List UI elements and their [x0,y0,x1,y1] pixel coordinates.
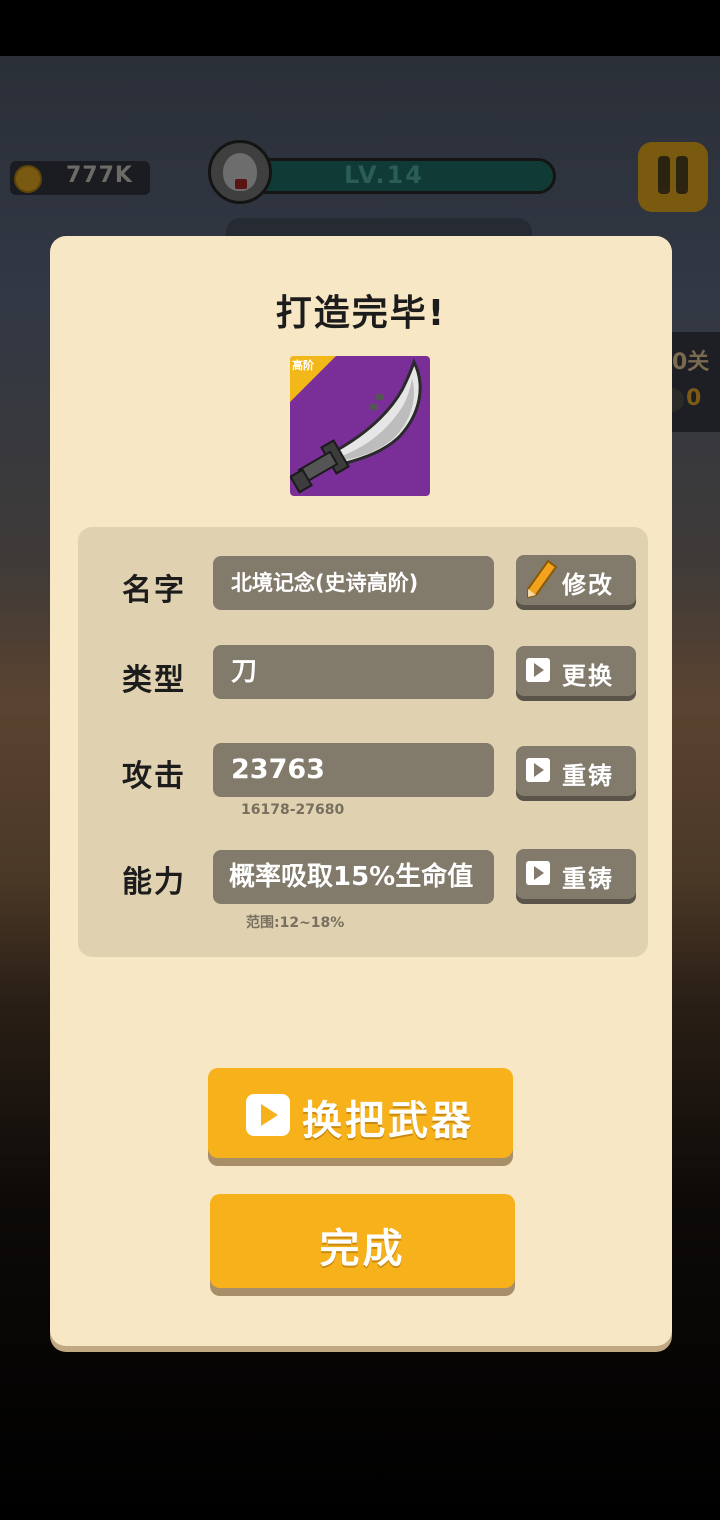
tier-badge-label: 高阶 [292,359,314,372]
play-icon [526,758,550,782]
ability-range: 范围:12~18% [246,915,345,931]
forge-result-dialog: 打造完毕! 高阶 名字 北境记念(史诗高阶) 修改 类型 刀 更换 攻击 237… [50,236,672,1346]
play-icon [246,1094,290,1136]
weapon-stats-panel: 名字 北境记念(史诗高阶) 修改 类型 刀 更换 攻击 23763 重铸 161… [78,527,648,957]
swap-weapon-button[interactable]: 换把武器 [208,1068,513,1158]
attack-field: 23763 [213,743,494,797]
status-bar [0,0,720,56]
reforge-attack-button[interactable]: 重铸 [516,746,636,796]
rename-button-label: 修改 [562,571,614,599]
type-field: 刀 [213,645,494,699]
done-button-label: 完成 [319,1226,406,1272]
change-type-button[interactable]: 更换 [516,646,636,696]
side-stage-text: 0关 [672,350,710,375]
weapon-card: 高阶 [290,356,430,496]
attack-range: 16178-27680 [241,802,345,818]
attack-label: 攻击 [122,759,186,794]
pause-button[interactable] [638,142,708,212]
pencil-icon [527,559,558,599]
swap-weapon-label: 换把武器 [302,1098,474,1144]
name-label: 名字 [122,573,186,608]
pause-icon [658,156,670,194]
ability-field: 概率吸取15%生命值 [213,850,494,904]
dialog-title: 打造完毕! [275,293,447,334]
side-count: 0 [686,386,702,411]
done-button[interactable]: 完成 [210,1194,515,1288]
change-type-button-label: 更换 [562,662,614,690]
type-label: 类型 [122,663,186,698]
ability-label: 能力 [122,865,186,900]
level-label: LV.14 [344,161,424,189]
name-field: 北境记念(史诗高阶) [213,556,494,610]
reforge-attack-button-label: 重铸 [562,762,614,790]
avatar-icon [208,140,272,204]
play-icon [526,861,550,885]
reforge-ability-button[interactable]: 重铸 [516,849,636,899]
rename-button[interactable]: 修改 [516,555,636,605]
coin-icon [14,165,42,193]
reforge-ability-button-label: 重铸 [562,865,614,893]
play-icon [526,658,550,682]
coin-amount: 777K [66,163,133,188]
